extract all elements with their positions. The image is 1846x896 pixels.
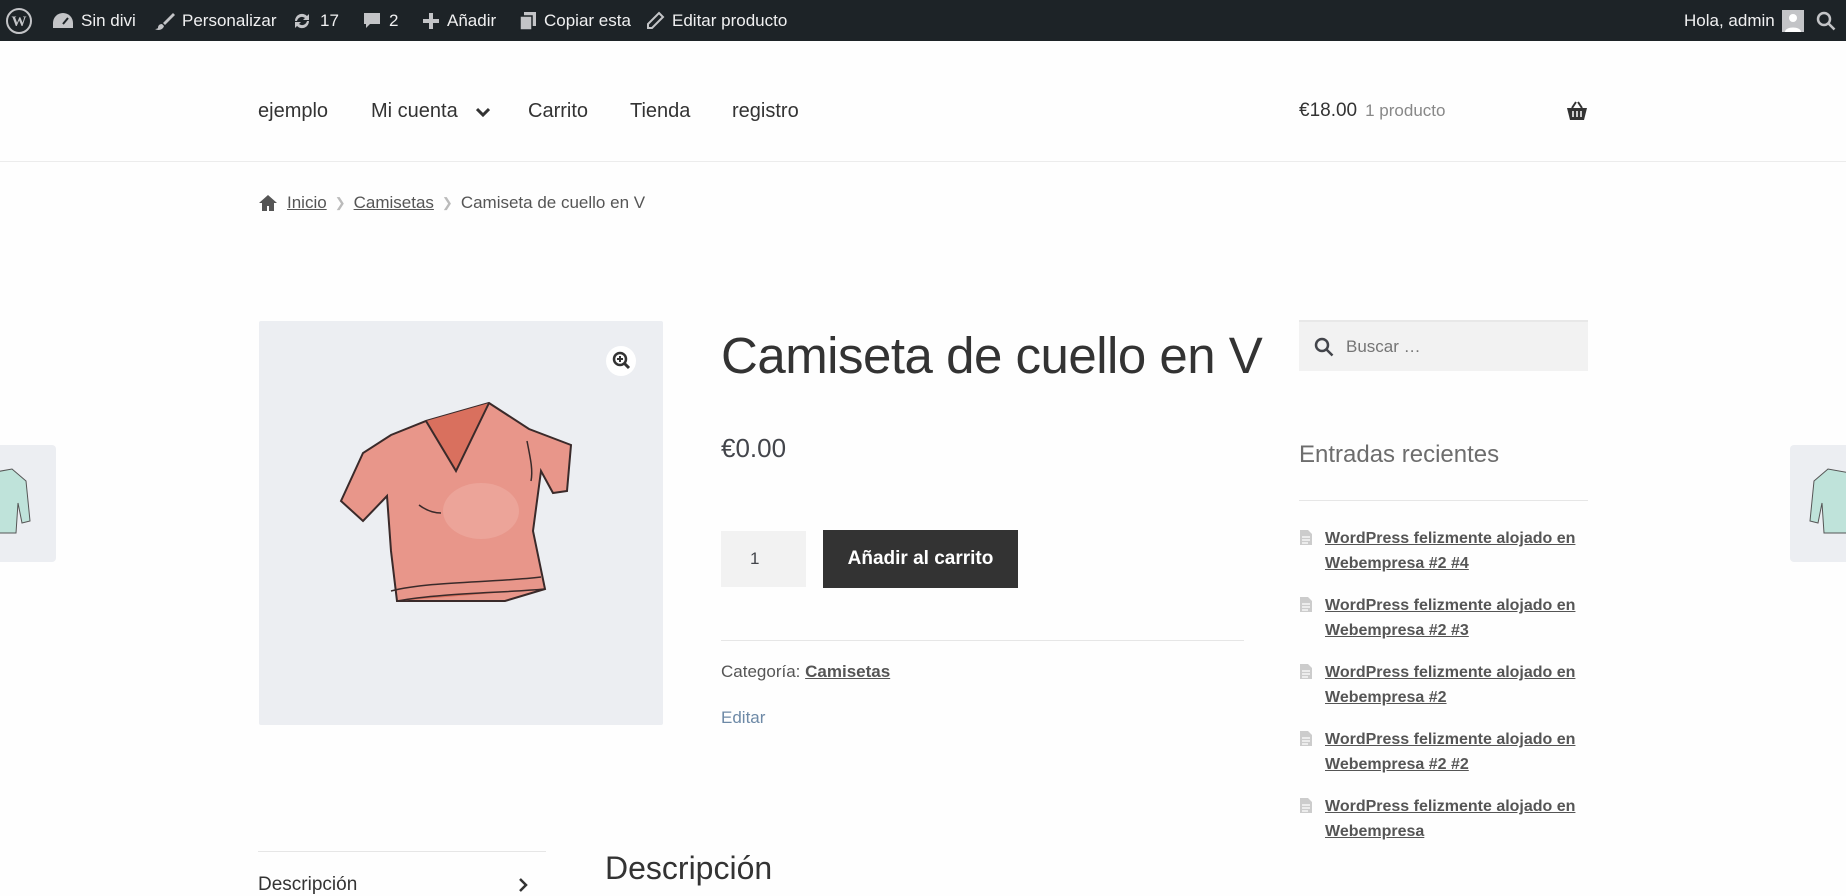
copy-icon bbox=[519, 11, 536, 31]
edit-product-link[interactable]: Editar producto bbox=[645, 0, 787, 41]
copy-link[interactable]: Copiar esta bbox=[519, 0, 631, 41]
svg-text:W: W bbox=[12, 14, 27, 30]
site-header: ejemplo Mi cuenta Carrito Tienda registr… bbox=[0, 41, 1846, 162]
account-menu[interactable]: Hola, admin bbox=[1684, 0, 1804, 41]
breadcrumb-separator-icon: ❯ bbox=[334, 195, 346, 210]
search-icon bbox=[1314, 337, 1334, 356]
zoom-icon[interactable] bbox=[606, 346, 636, 381]
nav-item-mi-cuenta[interactable]: Mi cuenta bbox=[371, 100, 490, 123]
comments-count: 2 bbox=[389, 10, 399, 30]
updates-count: 17 bbox=[320, 10, 339, 30]
category-link[interactable]: Camisetas bbox=[805, 662, 890, 681]
divider bbox=[721, 640, 1244, 641]
breadcrumb-current: Camiseta de cuello en V bbox=[460, 193, 646, 212]
cart-count: 1 producto bbox=[1365, 101, 1446, 120]
list-item: WordPress felizmente alojado en Webempre… bbox=[1299, 593, 1588, 643]
breadcrumb: Inicio ❯ Camisetas ❯ Camiseta de cuello … bbox=[258, 193, 645, 213]
recent-post-link[interactable]: WordPress felizmente alojado en Webempre… bbox=[1325, 660, 1588, 710]
tab-description[interactable]: Descripción bbox=[258, 874, 357, 896]
recent-post-link[interactable]: WordPress felizmente alojado en Webempre… bbox=[1325, 593, 1588, 643]
search-form[interactable] bbox=[1299, 320, 1588, 371]
list-item: WordPress felizmente alojado en Webempre… bbox=[1299, 526, 1588, 576]
recent-post-link[interactable]: WordPress felizmente alojado en Webempre… bbox=[1325, 526, 1588, 576]
list-item: WordPress felizmente alojado en Webempre… bbox=[1299, 660, 1588, 710]
breadcrumb-home[interactable]: Inicio bbox=[287, 193, 327, 213]
comment-icon bbox=[364, 12, 380, 28]
comments-link[interactable]: 2 bbox=[362, 0, 398, 41]
admin-bar: W Sin divi Personalizar 17 2 Añadir Copi… bbox=[0, 0, 1846, 41]
pencil-icon bbox=[647, 11, 665, 29]
product-image bbox=[339, 401, 573, 602]
home-icon bbox=[259, 195, 277, 211]
copy-label: Copiar esta bbox=[544, 10, 631, 30]
nav-item-ejemplo[interactable]: ejemplo bbox=[258, 100, 328, 123]
add-to-cart-button[interactable]: Añadir al carrito bbox=[823, 530, 1018, 588]
dashboard-icon bbox=[53, 12, 73, 28]
nav-item-tienda[interactable]: Tienda bbox=[630, 100, 690, 123]
plus-icon bbox=[423, 12, 439, 29]
document-icon bbox=[1300, 664, 1312, 679]
divider bbox=[258, 851, 546, 852]
product-price: €0.00 bbox=[721, 433, 787, 463]
product-gallery[interactable] bbox=[259, 321, 663, 725]
updates-icon bbox=[294, 13, 310, 28]
brush-icon bbox=[155, 12, 175, 30]
divider bbox=[1299, 500, 1588, 501]
product-category: Categoría: Camisetas bbox=[721, 662, 890, 682]
product-title: Camiseta de cuello en V bbox=[721, 327, 1263, 384]
edit-product-label: Editar producto bbox=[672, 10, 788, 30]
list-item: WordPress felizmente alojado en Webempre… bbox=[1299, 794, 1588, 844]
basket-icon[interactable] bbox=[1566, 101, 1588, 121]
customize-link[interactable]: Personalizar bbox=[155, 0, 277, 41]
nav-item-mi-cuenta-label: Mi cuenta bbox=[371, 100, 458, 122]
header-cart[interactable]: €18.00 1 producto bbox=[1299, 100, 1445, 122]
category-label: Categoría: bbox=[721, 662, 801, 681]
nav-item-carrito[interactable]: Carrito bbox=[528, 100, 588, 123]
recent-post-link[interactable]: WordPress felizmente alojado en Webempre… bbox=[1325, 794, 1588, 844]
previous-product-thumb[interactable] bbox=[0, 445, 56, 562]
add-new-link[interactable]: Añadir bbox=[422, 0, 496, 41]
cart-amount: €18.00 bbox=[1299, 100, 1358, 121]
admin-site-link[interactable]: Sin divi bbox=[52, 0, 136, 41]
updates-link[interactable]: 17 bbox=[291, 0, 339, 41]
wordpress-logo-icon[interactable]: W bbox=[6, 0, 32, 41]
breadcrumb-separator-icon: ❯ bbox=[441, 195, 453, 210]
chevron-right-icon bbox=[519, 878, 528, 892]
description-heading: Descripción bbox=[605, 850, 773, 886]
document-icon bbox=[1300, 597, 1312, 612]
quantity-input[interactable] bbox=[721, 531, 806, 587]
avatar-icon bbox=[1781, 9, 1804, 32]
breadcrumb-category[interactable]: Camisetas bbox=[354, 193, 434, 213]
site-name: Sin divi bbox=[81, 10, 136, 30]
search-input[interactable] bbox=[1344, 335, 1568, 358]
nav-item-registro[interactable]: registro bbox=[732, 100, 799, 123]
document-icon bbox=[1300, 798, 1312, 813]
recent-post-link[interactable]: WordPress felizmente alojado en Webempre… bbox=[1325, 727, 1588, 777]
customize-label: Personalizar bbox=[182, 10, 277, 30]
chevron-down-icon bbox=[475, 107, 490, 117]
add-new-label: Añadir bbox=[447, 10, 497, 30]
greeting-label: Hola, admin bbox=[1684, 10, 1775, 30]
edit-link[interactable]: Editar bbox=[721, 708, 765, 728]
recent-posts-title: Entradas recientes bbox=[1299, 441, 1500, 468]
next-product-thumb[interactable] bbox=[1790, 445, 1846, 562]
document-icon bbox=[1300, 731, 1312, 746]
admin-search-icon[interactable] bbox=[1816, 0, 1836, 41]
document-icon bbox=[1300, 530, 1312, 545]
list-item: WordPress felizmente alojado en Webempre… bbox=[1299, 727, 1588, 777]
